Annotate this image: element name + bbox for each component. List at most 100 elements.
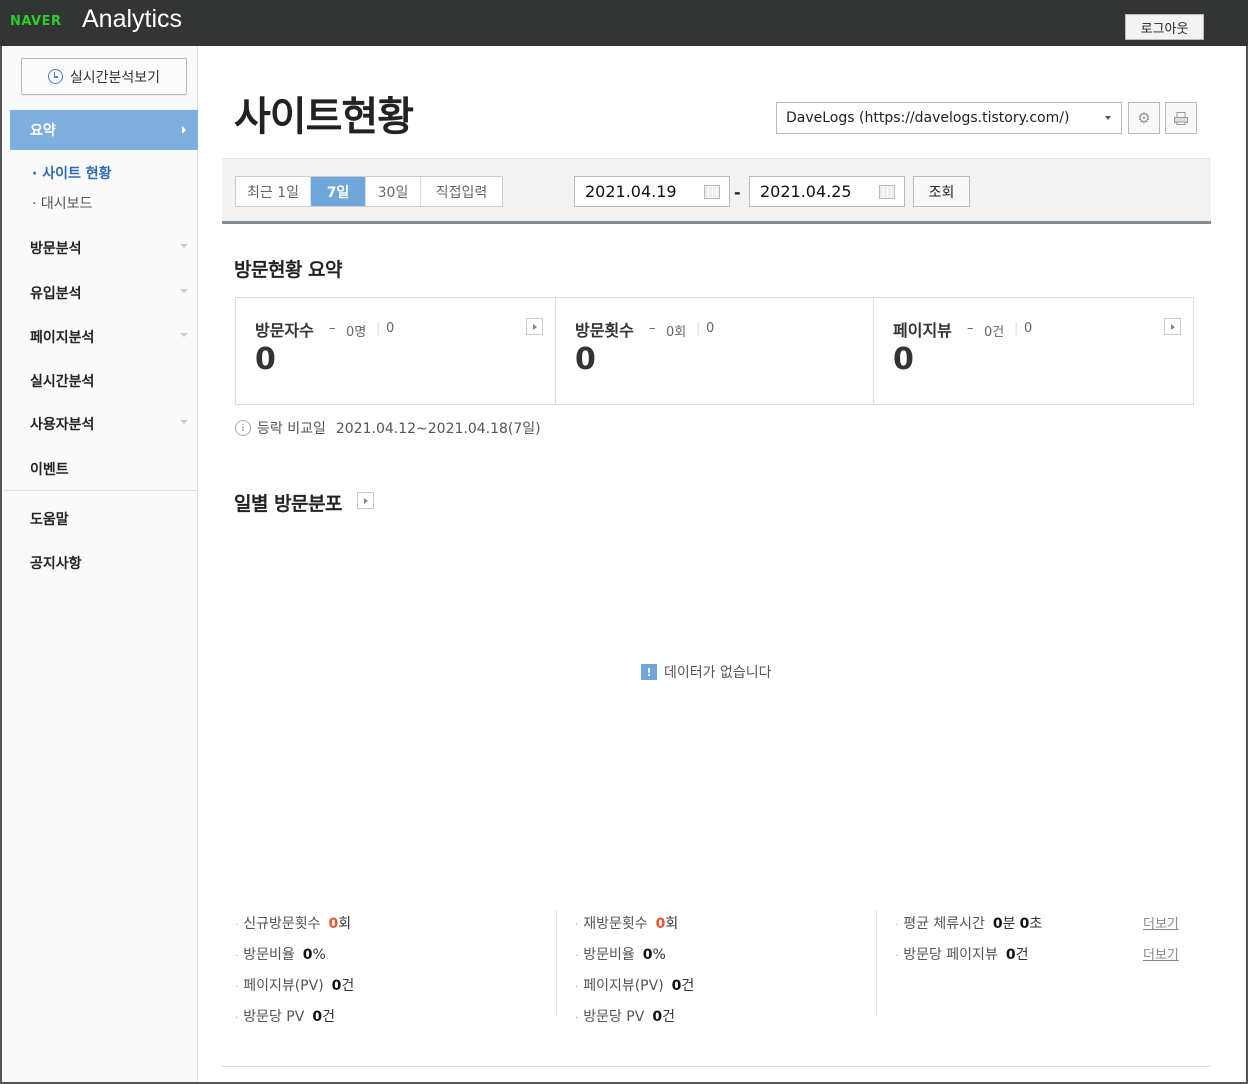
summary-prev-value: 0건 — [984, 325, 1005, 340]
clock-icon — [47, 69, 63, 84]
stat-value: 0 — [652, 1009, 663, 1025]
summary-change: 0 — [386, 321, 395, 336]
sidebar-item-user-analysis[interactable]: 사용자분석 — [30, 414, 190, 434]
stat-label: 평균 체류시간 — [903, 916, 985, 932]
stat-unit: % — [312, 947, 326, 963]
date-to-value: 2021.04.25 — [760, 182, 852, 201]
site-select[interactable]: DaveLogs (https://davelogs.tistory.com/) — [776, 102, 1122, 134]
no-data-message: ! 데이터가 없습니다 — [641, 662, 772, 682]
stat-label: 방문당 페이지뷰 — [903, 947, 998, 963]
subnav-site-status[interactable]: · 사이트 현황 — [32, 163, 111, 183]
summary-dash: – — [329, 321, 336, 336]
compare-label: 등락 비교일 — [257, 421, 326, 437]
chevron-right-icon[interactable] — [526, 318, 543, 335]
stat-pv-per-visit: · 방문당 PV 0건 — [575, 1009, 675, 1025]
sidebar-item-label: 유입분석 — [30, 286, 82, 302]
bottom-divider — [222, 1066, 1211, 1067]
sidebar-item-notices[interactable]: 공지사항 — [30, 553, 190, 573]
sidebar-item-summary[interactable]: 요약 — [10, 110, 198, 150]
date-to-input[interactable]: 2021.04.25 — [749, 176, 905, 207]
stat-value: 0 — [642, 947, 653, 963]
chevron-right-icon — [182, 126, 186, 134]
calendar-icon[interactable] — [704, 185, 720, 199]
sidebar-item-realtime-analysis[interactable]: 실시간분석 — [30, 371, 190, 391]
sidebar-item-events[interactable]: 이벤트 — [30, 459, 190, 479]
sidebar-item-label: 도움말 — [30, 512, 69, 528]
sidebar-item-page-analysis[interactable]: 페이지분석 — [30, 327, 190, 347]
stat-value: 0 — [312, 1009, 323, 1025]
top-bar: NAVER Analytics 로그아웃 — [0, 0, 1248, 46]
stat-unit: 건 — [322, 1009, 335, 1025]
sidebar-divider — [4, 490, 198, 491]
stat-unit: 건 — [1015, 947, 1029, 963]
stats-divider — [556, 910, 557, 1015]
summary-dash: – — [649, 321, 656, 336]
stat-value: 0 — [331, 978, 342, 994]
summary-value: 0 — [575, 342, 596, 377]
summary-change: 0 — [1024, 321, 1033, 336]
stat-return-visits: · 재방문횟수 0회 — [575, 916, 679, 932]
stat-value: 0 — [671, 978, 682, 994]
stat-label: 방문비율 — [243, 947, 295, 963]
chevron-right-icon[interactable] — [357, 492, 374, 509]
chevron-down-icon — [1105, 116, 1111, 120]
more-link-duration[interactable]: 더보기 — [1143, 913, 1179, 932]
stats-divider — [876, 910, 877, 1015]
summary-divider: | — [376, 321, 381, 336]
stat-unit: 건 — [341, 978, 355, 994]
subnav-dashboard[interactable]: · 대시보드 — [32, 193, 92, 213]
stat-pv-per-visit: · 방문당 PV 0건 — [235, 1009, 335, 1025]
site-select-value: DaveLogs (https://davelogs.tistory.com/) — [786, 110, 1070, 126]
stat-value: 0 — [328, 916, 339, 932]
summary-prev-value: 0회 — [666, 325, 687, 340]
alert-icon: ! — [641, 664, 657, 680]
realtime-analysis-button[interactable]: 실시간분석보기 — [21, 58, 187, 95]
date-from-input[interactable]: 2021.04.19 — [574, 176, 730, 207]
stat-pages-per-visit: · 방문당 페이지뷰 0건 — [895, 947, 1029, 963]
compare-range: 2021.04.12~2021.04.18(7일) — [335, 421, 541, 437]
stat-unit: 초 — [1029, 916, 1043, 932]
sidebar-item-visit-analysis[interactable]: 방문분석 — [30, 238, 190, 258]
chevron-right-icon[interactable] — [1164, 318, 1181, 335]
more-link-pageviews[interactable]: 더보기 — [1143, 944, 1179, 963]
info-icon: i — [235, 420, 251, 436]
analytics-logo[interactable]: Analytics — [82, 5, 182, 34]
settings-button[interactable]: ⚙ — [1128, 102, 1160, 134]
summary-label: 방문횟수 — [575, 321, 634, 340]
sidebar-item-help[interactable]: 도움말 — [30, 509, 190, 529]
sidebar-item-label: 공지사항 — [30, 556, 82, 572]
chevron-down-icon — [180, 333, 188, 337]
sidebar-item-label: 페이지분석 — [30, 330, 95, 346]
logout-button[interactable]: 로그아웃 — [1125, 14, 1204, 40]
print-button[interactable] — [1165, 102, 1197, 134]
stat-unit: 건 — [662, 1009, 675, 1025]
summary-dash: – — [967, 321, 974, 336]
compare-period: i 등락 비교일 2021.04.12~2021.04.18(7일) — [235, 418, 541, 438]
summary-change: 0 — [706, 321, 715, 336]
sidebar-item-label: 방문분석 — [30, 241, 82, 257]
sidebar-item-label: 사용자분석 — [30, 417, 95, 433]
stat-visit-ratio: · 방문비율 0% — [575, 947, 666, 963]
stat-avg-duration: · 평균 체류시간 0분 0초 — [895, 916, 1043, 932]
period-option-7days[interactable]: 7일 — [311, 177, 366, 206]
calendar-icon[interactable] — [879, 185, 895, 199]
date-from-value: 2021.04.19 — [585, 182, 677, 201]
stat-unit: % — [652, 947, 666, 963]
stat-new-visits: · 신규방문횟수 0회 — [235, 916, 352, 932]
page-title: 사이트현황 — [234, 94, 414, 140]
stat-label: 방문비율 — [583, 947, 635, 963]
search-button[interactable]: 조회 — [913, 176, 970, 207]
stat-value: 0 — [992, 916, 1003, 932]
realtime-analysis-label: 실시간분석보기 — [69, 69, 161, 86]
no-data-text: 데이터가 없습니다 — [664, 665, 772, 681]
sidebar-item-inflow-analysis[interactable]: 유입분석 — [30, 283, 190, 303]
date-separator: - — [734, 183, 741, 202]
period-option-1day[interactable]: 최근 1일 — [236, 177, 311, 206]
stat-label: 페이지뷰(PV) — [243, 978, 324, 994]
period-option-custom[interactable]: 직접입력 — [421, 177, 502, 206]
stat-unit: 회 — [665, 916, 679, 932]
stat-value: 0 — [1019, 916, 1030, 932]
naver-logo[interactable]: NAVER — [10, 14, 62, 29]
summary-pageviews: 페이지뷰 – 0건 | 0 0 — [874, 298, 1193, 404]
period-option-30days[interactable]: 30일 — [366, 177, 421, 206]
